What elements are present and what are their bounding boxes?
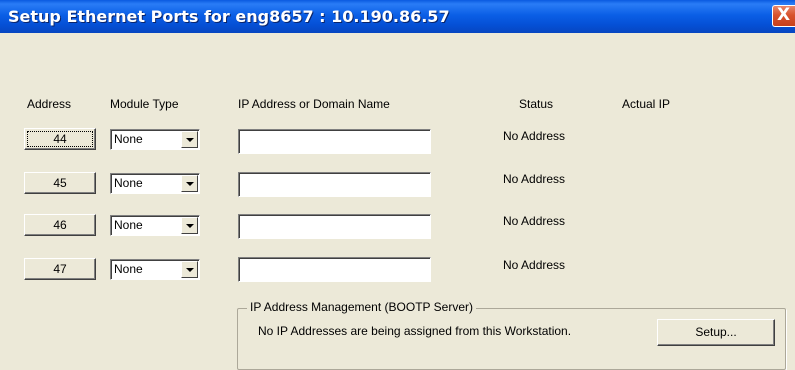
module-type-value: None (114, 262, 143, 276)
module-type-select-45[interactable]: None (110, 173, 200, 194)
title-bar[interactable]: Setup Ethernet Ports for eng8657 : 10.19… (0, 0, 795, 33)
module-type-value: None (114, 176, 143, 190)
dropdown-arrow-icon[interactable] (181, 217, 198, 234)
module-type-select-46[interactable]: None (110, 215, 200, 236)
module-type-value: None (114, 218, 143, 232)
setup-button[interactable]: Setup... (657, 319, 775, 346)
header-actual-ip: Actual IP (622, 97, 671, 111)
window-title: Setup Ethernet Ports for eng8657 : 10.19… (8, 7, 450, 26)
module-type-select-47[interactable]: None (110, 259, 200, 280)
ip-address-input-47[interactable] (238, 257, 431, 282)
status-text-46: No Address (503, 214, 566, 228)
module-type-value: None (114, 132, 143, 146)
address-button-45[interactable]: 45 (24, 172, 96, 194)
ip-address-input-45[interactable] (238, 172, 431, 197)
header-ip-or-domain: IP Address or Domain Name (238, 97, 390, 111)
ip-address-input-46[interactable] (238, 214, 431, 239)
dropdown-arrow-icon[interactable] (181, 175, 198, 192)
ip-management-message: No IP Addresses are being assigned from … (258, 324, 572, 338)
ip-management-group-label: IP Address Management (BOOTP Server) (247, 300, 476, 314)
status-text-44: No Address (503, 129, 566, 143)
close-button[interactable]: X (772, 5, 795, 27)
header-address: Address (27, 97, 72, 111)
status-text-47: No Address (503, 258, 566, 272)
status-text-45: No Address (503, 172, 566, 186)
ip-address-input-44[interactable] (238, 129, 431, 154)
address-button-47[interactable]: 47 (24, 258, 96, 280)
module-type-select-44[interactable]: None (110, 129, 200, 150)
address-button-44[interactable]: 44 (24, 128, 96, 150)
address-button-46[interactable]: 46 (24, 214, 96, 236)
dropdown-arrow-icon[interactable] (181, 261, 198, 278)
dropdown-arrow-icon[interactable] (181, 131, 198, 148)
header-module-type: Module Type (110, 97, 179, 111)
close-icon: X (777, 5, 791, 25)
header-status: Status (519, 97, 554, 111)
